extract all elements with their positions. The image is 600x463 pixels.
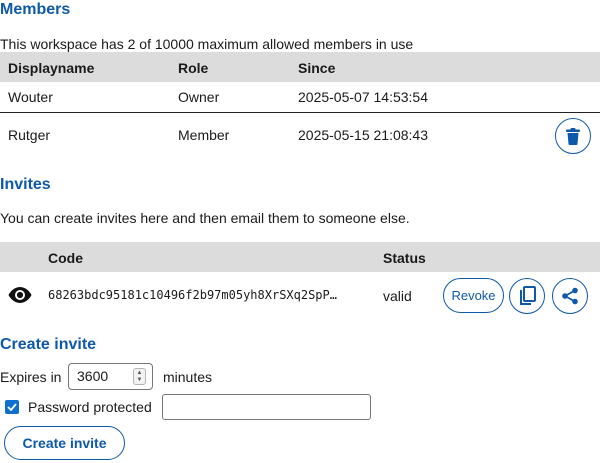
member-role: Member: [178, 127, 230, 143]
member-name: Rutger: [8, 127, 51, 143]
invite-code: 68263bdc95181c10496f2b97m05yh8XrSXq2SpP…: [48, 288, 337, 302]
share-icon: [562, 287, 578, 305]
trash-icon: [566, 127, 580, 145]
copy-icon: [520, 286, 536, 305]
eye-icon[interactable]: [8, 286, 32, 304]
password-field[interactable]: [162, 394, 371, 420]
members-heading: Members: [0, 1, 71, 18]
row-divider: [0, 112, 600, 113]
column-header-status: Status: [383, 250, 426, 266]
expires-label: Expires in: [0, 369, 62, 385]
invite-status: valid: [383, 288, 412, 304]
column-header-role: Role: [178, 60, 209, 76]
share-button[interactable]: [552, 278, 588, 314]
create-invite-button[interactable]: Create invite: [4, 426, 125, 460]
member-role: Owner: [178, 89, 220, 105]
column-header-since: Since: [298, 60, 336, 76]
members-summary: This workspace has 2 of 10000 maximum al…: [0, 36, 414, 52]
remove-member-button[interactable]: [555, 118, 591, 154]
column-header-code: Code: [48, 250, 83, 266]
member-name: Wouter: [8, 89, 53, 105]
copy-button[interactable]: [509, 278, 545, 314]
password-checkbox[interactable]: [5, 400, 19, 414]
minutes-label: minutes: [163, 369, 213, 385]
column-header-displayname: Displayname: [8, 60, 95, 76]
member-since: 2025-05-15 21:08:43: [298, 127, 428, 143]
invites-heading: Invites: [0, 176, 51, 193]
members-table-header: Displayname Role Since: [0, 52, 600, 82]
member-since: 2025-05-07 14:53:54: [298, 89, 428, 105]
create-invite-heading: Create invite: [0, 336, 97, 353]
password-label: Password protected: [28, 399, 152, 415]
revoke-button[interactable]: Revoke: [443, 278, 504, 313]
invites-summary: You can create invites here and then ema…: [0, 210, 410, 226]
expires-spinner[interactable]: ▲ ▼: [133, 368, 146, 385]
checkmark-icon: [7, 403, 17, 411]
expires-value: 3600: [77, 368, 109, 384]
spinner-down-icon: ▼: [136, 376, 143, 383]
spinner-up-icon: ▲: [136, 369, 143, 376]
invites-table-header: Code Status: [0, 242, 600, 272]
